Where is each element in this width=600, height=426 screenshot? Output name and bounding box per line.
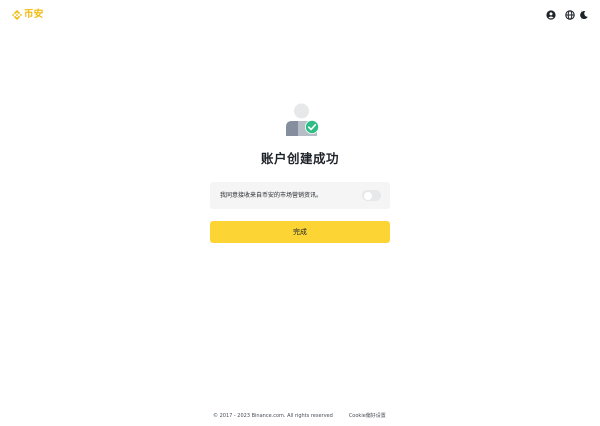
language-globe-icon[interactable] xyxy=(565,10,575,20)
done-button[interactable]: 完成 xyxy=(210,221,390,243)
page: 币安 账户创建成功 我同意接收来自币安的市场营销资讯。 完成 © 2017 - … xyxy=(0,0,600,426)
account-created-success-illustration xyxy=(285,103,321,137)
cookie-preferences-link[interactable]: Cookie偏好设置 xyxy=(349,413,386,420)
page-title: 账户创建成功 xyxy=(260,151,339,166)
header-actions xyxy=(546,10,589,20)
header: 币安 xyxy=(0,0,600,30)
copyright-text: © 2017 - 2023 Binance.com. All rights re… xyxy=(213,413,333,419)
logo-text: 币安 xyxy=(24,9,44,20)
toggle-knob xyxy=(363,191,372,200)
account-icon[interactable] xyxy=(546,10,556,20)
footer: © 2017 - 2023 Binance.com. All rights re… xyxy=(213,413,386,420)
binance-logo-icon xyxy=(12,10,22,20)
binance-logo[interactable]: 币安 xyxy=(12,9,43,21)
dark-mode-moon-icon[interactable] xyxy=(579,10,589,20)
marketing-consent-toggle[interactable] xyxy=(362,190,381,201)
marketing-consent-row: 我同意接收来自币安的市场营销资讯。 xyxy=(210,182,390,209)
marketing-consent-label: 我同意接收来自币安的市场营销资讯。 xyxy=(220,192,323,199)
